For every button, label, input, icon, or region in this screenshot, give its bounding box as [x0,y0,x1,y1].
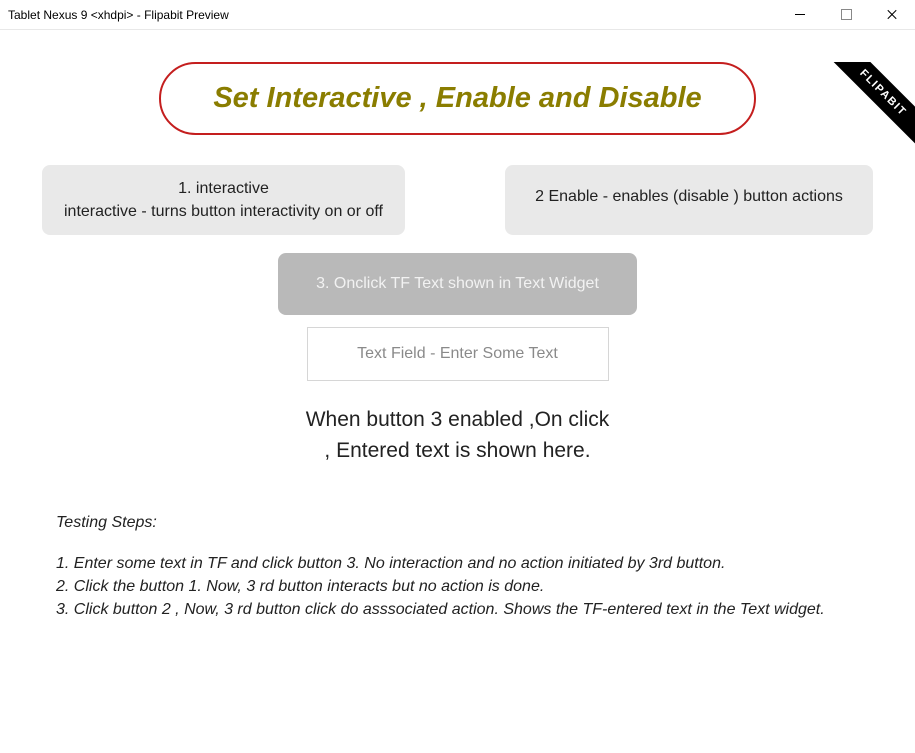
minimize-icon[interactable] [777,0,823,29]
interactive-button-line1: 1. interactive [64,177,383,200]
window-titlebar: Tablet Nexus 9 <xhdpi> - Flipabit Previe… [0,0,915,30]
interactive-button[interactable]: 1. interactive interactive - turns butto… [42,165,405,235]
step-1: 1. Enter some text in TF and click butto… [56,553,859,575]
maximize-icon[interactable] [823,0,869,29]
testing-steps: Testing Steps: 1. Enter some text in TF … [56,512,859,622]
enable-button[interactable]: 2 Enable - enables (disable ) button act… [505,165,873,235]
step-2: 2. Click the button 1. Now, 3 rd button … [56,576,859,598]
interactive-button-line2: interactive - turns button interactivity… [64,200,383,223]
window-title: Tablet Nexus 9 <xhdpi> - Flipabit Previe… [8,8,229,22]
onclick-button-label: 3. Onclick TF Text shown in Text Widget [316,275,599,292]
close-icon[interactable] [869,0,915,29]
step-3: 3. Click button 2 , Now, 3 rd button cli… [56,599,859,621]
onclick-button-disabled: 3. Onclick TF Text shown in Text Widget [278,253,637,315]
result-text: When button 3 enabled ,On click , Entere… [303,405,613,466]
app-content: FLIPABIT Set Interactive , Enable and Di… [0,62,915,753]
enable-button-label: 2 Enable - enables (disable ) button act… [535,188,843,205]
page-title: Set Interactive , Enable and Disable [159,62,755,135]
window-controls [777,0,915,29]
steps-title: Testing Steps: [56,512,859,534]
text-input[interactable] [307,327,609,381]
